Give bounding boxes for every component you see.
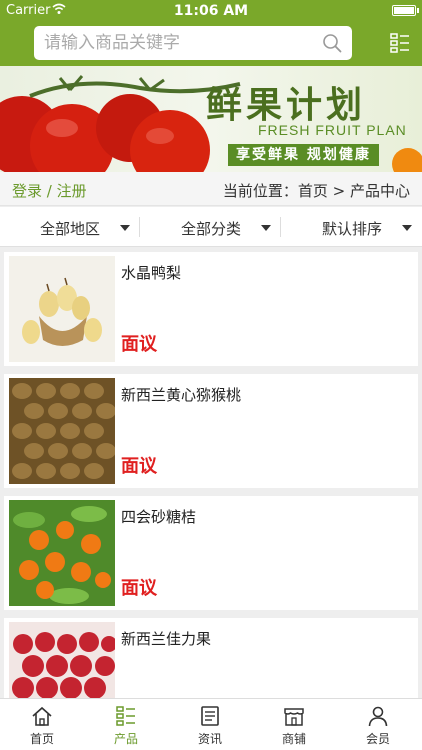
product-price: 面议 [121,578,157,599]
login-register-link[interactable]: 登录 / 注册 [12,180,87,201]
kiwi-image [9,378,115,484]
tab-products[interactable]: 产品 [84,699,168,750]
user-icon [368,706,388,727]
caret-down-icon [261,225,271,231]
search-icon[interactable] [322,33,342,53]
filter-category-label: 全部分类 [180,220,241,238]
tab-store[interactable]: 商铺 [252,699,336,750]
product-name: 新西兰黄心猕猴桃 [121,386,242,404]
banner-slogan: 享受鲜果 规划健康 [228,144,379,166]
tab-member-label: 会员 [365,732,390,746]
filter-sort-label: 默认排序 [321,220,382,238]
bottom-tab-bar: 首页 产品 资讯 商铺 会员 [0,698,422,750]
tab-store-label: 商铺 [281,732,306,746]
battery-tip [417,8,419,13]
apple-image [9,622,115,698]
home-icon [32,706,52,726]
filter-region-label: 全部地区 [39,220,100,238]
product-list: 水晶鸭梨 面议 新西兰黄心猕猴桃 面议 四会砂糖桔 面议 新西兰佳力果 [0,252,422,698]
tab-home[interactable]: 首页 [0,699,84,750]
app-header: Carrier 11:06 AM [0,0,422,66]
tab-products-label: 产品 [113,732,138,746]
clock: 11:06 AM [173,3,249,19]
tangerine-image [9,500,115,606]
divider [280,217,281,237]
pear-image [9,256,115,362]
product-card[interactable]: 新西兰黄心猕猴桃 面议 [4,374,418,488]
banner-title: 鲜果计划 [206,84,367,126]
caret-down-icon [402,225,412,231]
battery-icon [392,5,416,16]
product-price: 面议 [121,334,157,355]
news-icon [201,706,219,726]
search-box[interactable] [34,26,352,60]
list-icon [116,706,135,726]
filter-sort[interactable]: 默认排序 [282,207,422,247]
product-name: 四会砂糖桔 [121,508,197,526]
product-card[interactable]: 水晶鸭梨 面议 [4,252,418,366]
filter-category[interactable]: 全部分类 [141,207,281,247]
product-name: 水晶鸭梨 [121,264,182,282]
tab-news-label: 资讯 [197,732,222,746]
tab-home-label: 首页 [29,732,54,746]
product-name: 新西兰佳力果 [121,630,212,648]
category-menu-icon[interactable] [390,33,410,53]
product-card[interactable]: 四会砂糖桔 面议 [4,496,418,610]
promo-banner[interactable]: 鲜果计划 FRESH FRUIT PLAN 享受鲜果 规划健康 [0,66,422,172]
filter-region[interactable]: 全部地区 [0,207,140,247]
breadcrumb: 当前位置：首页 > 产品中心 [222,182,410,200]
divider [139,217,140,237]
search-input[interactable] [44,28,314,58]
breadcrumb-bar: 登录 / 注册 当前位置：首页 > 产品中心 [0,172,422,206]
banner-subtitle: FRESH FRUIT PLAN [258,122,407,138]
product-price: 面议 [121,456,157,477]
product-card[interactable]: 新西兰佳力果 面议 [4,618,418,698]
filter-bar: 全部地区 全部分类 默认排序 [0,207,422,247]
caret-down-icon [120,225,130,231]
tab-member[interactable]: 会员 [336,699,420,750]
status-bar: Carrier 11:06 AM [0,0,422,22]
tab-news[interactable]: 资讯 [168,699,252,750]
store-icon [284,708,304,726]
